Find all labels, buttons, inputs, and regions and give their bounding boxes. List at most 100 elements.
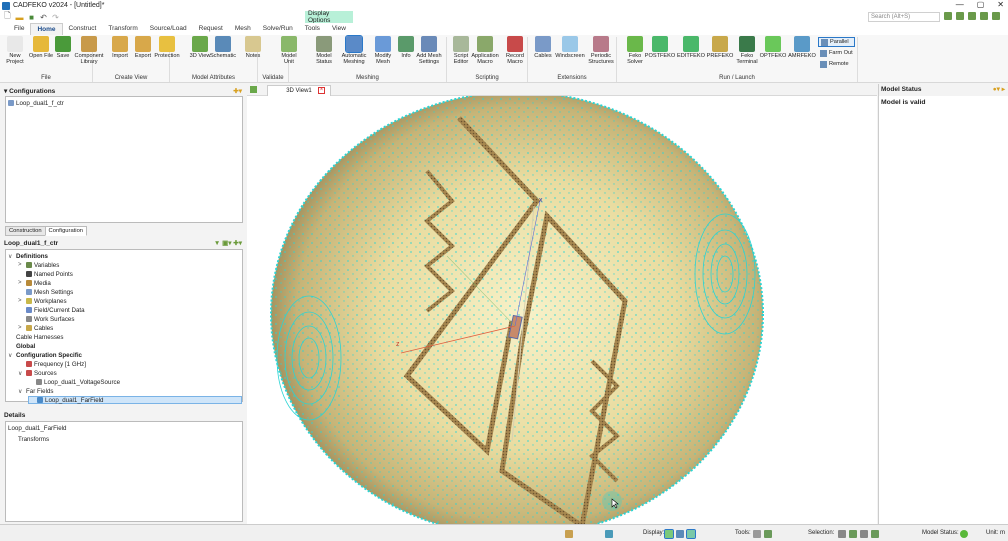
windscreen-button[interactable]: Windscreen [555,36,585,59]
model-status-ok-icon[interactable] [960,530,968,538]
x-axis-label: x [539,197,543,204]
chevron-right-icon[interactable]: > [18,262,24,268]
search-input[interactable]: Search (Alt+S) [868,12,940,22]
add-mesh-settings-button[interactable]: Add Mesh Settings [416,36,442,65]
window-title: CADFEKO v2024 - [Untitled]* [13,2,105,9]
chevron-right-icon[interactable]: > [18,280,24,286]
layout-icon[interactable] [944,12,952,20]
status-view-icon[interactable] [605,530,613,538]
tree-item-cables[interactable]: > Cables [18,324,53,332]
chevron-right-icon[interactable]: > [18,325,24,331]
tab-request[interactable]: Request [193,23,229,35]
chevron-down-icon[interactable]: ∨ [18,388,24,395]
script-editor-button[interactable]: Script Editor [448,36,474,65]
open-folder-icon[interactable]: ▬ [15,13,24,22]
amrfeko-button[interactable]: AMRFEKO [788,36,816,59]
tab-home[interactable]: Home [30,23,63,35]
feko-terminal-button[interactable]: Feko Terminal [734,36,760,65]
tree-item-work-surfaces[interactable]: Work Surfaces [18,315,74,323]
tree-item-variables[interactable]: > Variables [18,261,59,269]
tree-item-definitions[interactable]: ∨ Definitions [8,252,48,260]
model-unit-button[interactable]: Model Unit [276,36,302,65]
periodic-structures-button[interactable]: Periodic Structures [588,36,614,65]
tab-source-load[interactable]: Source/Load [144,23,193,35]
close-view-icon[interactable]: × [318,87,325,94]
tree-item-loop-dual1-voltagesource[interactable]: Loop_dual1_VoltageSource [28,378,120,386]
model-status-options-icon[interactable]: ●▾ ▸ [993,84,1005,96]
display-icons[interactable] [664,529,696,539]
open-file-icon [33,36,49,52]
component-library-button[interactable]: Component Library [75,36,103,65]
schematic-button[interactable]: Schematic [210,36,236,59]
undo-icon[interactable]: ↶ [39,13,48,22]
tab-construction[interactable]: Construction [5,226,46,236]
tree-item-field-current-data[interactable]: Field/Current Data [18,306,85,314]
tree-item-frequency-1-ghz-[interactable]: Frequency [1 GHz] [18,360,86,368]
configuration-icon [8,100,14,106]
notes-button[interactable]: Notes [240,36,266,59]
application-macro-button[interactable]: Application Macro [471,36,499,65]
automatic-meshing-button[interactable]: Automatic Meshing [341,35,367,65]
tab-solve-run[interactable]: Solve/Run [257,23,299,35]
tab-configuration[interactable]: Configuration [44,226,88,236]
save-button[interactable]: Save [50,36,76,59]
tree-item-loop-dual1-farfield[interactable]: Loop_dual1_FarField [28,396,242,404]
tree-item-cable-harnesses[interactable]: Cable Harnesses [8,333,63,341]
chevron-down-icon[interactable]: ∨ [8,352,14,359]
cables-button[interactable]: Cables [530,36,556,59]
redo-icon[interactable]: ↷ [51,13,60,22]
save-icon[interactable]: ■ [27,13,36,22]
chevron-right-icon[interactable]: > [18,298,24,304]
close-button[interactable]: ✕ [997,0,1004,10]
chevron-down-icon[interactable]: ∨ [18,370,24,377]
tree-item-icon [26,361,32,367]
feko-solver-button[interactable]: Feko Solver [622,36,648,65]
layout-icon[interactable] [992,12,1000,20]
tree-item-icon [26,370,32,376]
configuration-item[interactable]: Loop_dual1_f_ctr [8,99,64,107]
tab-tools[interactable]: Tools [299,23,326,35]
tab-transform[interactable]: Transform [102,23,143,35]
tree-item-sources[interactable]: ∨ Sources [18,369,57,377]
model-status-header: Model Status ●▾ ▸ [879,84,1008,96]
layout-icon[interactable] [980,12,988,20]
layout-icon[interactable] [956,12,964,20]
status-icon[interactable] [565,530,573,538]
model-status-button[interactable]: Model Status [311,36,337,65]
chevron-down-icon[interactable]: ∨ [8,253,14,260]
tools-icons[interactable] [753,530,772,538]
prefeko-button[interactable]: PREFEKO [707,36,733,59]
tree-item-workplanes[interactable]: > Workplanes [18,297,67,305]
new-project-button[interactable]: New Project [2,36,28,65]
tree-item-media[interactable]: > Media [18,279,51,287]
context-tab-display-options[interactable]: Display Options [305,10,353,24]
collapse-icon[interactable]: ▾ [4,88,7,95]
tree-item-global[interactable]: Global [8,342,35,350]
minimize-button[interactable]: — [956,0,964,10]
ribbon-button-label: 3D View [189,53,211,59]
tree-item-configuration-specific[interactable]: ∨ Configuration Specific [8,351,82,359]
tab-construct[interactable]: Construct [63,23,103,35]
maximize-button[interactable]: ▢ [977,0,985,10]
protection-button[interactable]: Protection [154,36,180,59]
editfeko-button[interactable]: EDITFEKO [677,36,705,59]
3d-canvas[interactable]: x z [247,96,877,524]
tree-item-label: Field/Current Data [34,306,85,314]
3d-view[interactable]: 3D View1 × x z [247,84,877,524]
tab-view[interactable]: View [326,23,352,35]
tree-tools-icons[interactable]: ▼ ▣▾ ✚▾ [214,239,242,248]
tab-mesh[interactable]: Mesh [229,23,257,35]
layout-icon[interactable] [968,12,976,20]
tree-item-far-fields[interactable]: ∨ Far Fields [18,387,54,395]
record-macro-button[interactable]: Record Macro [502,36,528,65]
add-configuration-icon[interactable]: ✚▾ [233,87,242,96]
ribbon-group-label: Validate [262,75,284,81]
tree-item-named-points[interactable]: Named Points [18,270,73,278]
new-file-icon[interactable]: 🗋 [3,11,12,22]
export-button[interactable]: Export [130,36,156,59]
tab-file[interactable]: File [8,23,30,35]
selection-icons[interactable] [838,530,879,538]
tree-item-mesh-settings[interactable]: Mesh Settings [18,288,73,296]
postfeko-button[interactable]: POSTFEKO [645,36,675,59]
optfeko-button[interactable]: OPTFEKO [760,36,786,59]
